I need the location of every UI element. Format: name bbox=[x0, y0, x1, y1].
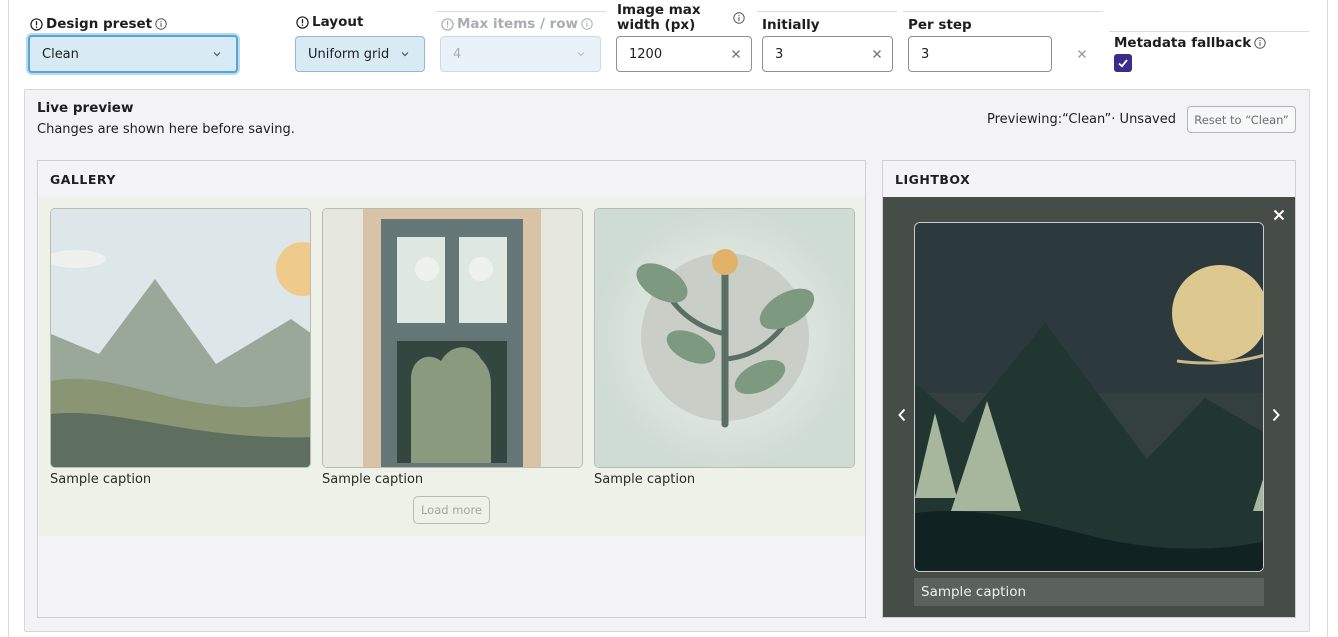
live-preview-title: Live preview bbox=[37, 100, 134, 116]
mountain-landscape-image bbox=[51, 209, 310, 467]
lightbox-caption: Sample caption bbox=[914, 578, 1264, 606]
doorway-image bbox=[323, 209, 582, 467]
image-max-width-label: Image max width (px) bbox=[617, 3, 701, 33]
clear-icon[interactable] bbox=[1077, 49, 1087, 59]
plant-sprig-image bbox=[595, 209, 854, 467]
reset-preset-button[interactable]: Reset to “Clean” bbox=[1187, 106, 1296, 133]
initially-label-text: Initially bbox=[762, 17, 820, 33]
metadata-fallback-label-text: Metadata fallback bbox=[1114, 35, 1252, 51]
lightbox-title: LIGHTBOX bbox=[895, 172, 971, 187]
lightbox-preview: LIGHTBOX Sample caption bbox=[882, 160, 1296, 618]
chevron-down-icon bbox=[577, 52, 585, 57]
layout-value: Uniform grid bbox=[308, 46, 390, 62]
chevron-right-icon[interactable] bbox=[1271, 408, 1281, 422]
initially-input[interactable]: 3 bbox=[762, 36, 893, 72]
clear-icon[interactable] bbox=[731, 49, 741, 59]
gallery-item-image[interactable] bbox=[50, 208, 311, 468]
design-preset-value: Clean bbox=[42, 46, 79, 62]
live-preview-panel: Live preview Changes are shown here befo… bbox=[24, 89, 1310, 632]
check-icon bbox=[1118, 59, 1128, 68]
chevron-down-icon bbox=[213, 52, 221, 57]
design-preset-label: Design preset bbox=[30, 16, 167, 32]
gallery-item-caption: Sample caption bbox=[322, 472, 424, 487]
metadata-fallback-checkbox[interactable] bbox=[1114, 54, 1132, 72]
metadata-fallback-label: Metadata fallback bbox=[1114, 35, 1266, 51]
night-mountains-image bbox=[915, 223, 1263, 571]
preview-status: Previewing:“Clean”· Unsaved bbox=[987, 112, 1176, 127]
gallery-item-caption: Sample caption bbox=[50, 472, 152, 487]
image-max-width-label-line1: Image max bbox=[617, 2, 701, 18]
per-step-value: 3 bbox=[921, 46, 930, 62]
gallery-item-caption: Sample caption bbox=[594, 472, 696, 487]
image-max-width-value: 1200 bbox=[629, 46, 663, 62]
info-icon[interactable] bbox=[1254, 37, 1266, 49]
per-step-input[interactable]: 3 bbox=[908, 36, 1052, 72]
lightbox-overlay: Sample caption bbox=[883, 197, 1295, 617]
initially-label: Initially bbox=[762, 17, 820, 33]
layout-label-text: Layout bbox=[312, 14, 364, 30]
chevron-left-icon[interactable] bbox=[897, 408, 907, 422]
info-icon[interactable] bbox=[733, 12, 745, 24]
gallery-preview: GALLERY Sample caption Sample caption Sa… bbox=[37, 160, 866, 618]
lightbox-image bbox=[914, 222, 1264, 572]
gallery-item-image[interactable] bbox=[594, 208, 855, 468]
chevron-down-icon bbox=[401, 52, 409, 57]
per-step-label-text: Per step bbox=[908, 17, 972, 33]
field-divider bbox=[757, 11, 897, 12]
live-preview-subtitle: Changes are shown here before saving. bbox=[37, 122, 295, 137]
per-step-label: Per step bbox=[908, 17, 972, 33]
field-divider bbox=[436, 11, 606, 12]
design-preset-label-text: Design preset bbox=[46, 16, 153, 32]
info-icon[interactable] bbox=[155, 18, 167, 30]
clear-icon[interactable] bbox=[872, 49, 882, 59]
frame-border-right bbox=[1327, 0, 1328, 637]
field-divider bbox=[903, 11, 1103, 12]
info-icon bbox=[581, 18, 593, 30]
initially-value: 3 bbox=[775, 46, 784, 62]
warning-icon bbox=[30, 17, 43, 31]
gallery-grid: Sample caption Sample caption Sample cap… bbox=[39, 197, 865, 536]
layout-label: Layout bbox=[296, 14, 363, 30]
field-divider bbox=[1109, 31, 1309, 32]
frame-border-left bbox=[8, 0, 9, 637]
layout-select[interactable]: Uniform grid bbox=[295, 36, 425, 72]
image-max-width-label-line2: width (px) bbox=[617, 17, 696, 33]
max-items-label-text: Max items / row bbox=[457, 16, 579, 32]
max-items-label: Max items / row bbox=[441, 16, 593, 32]
design-preset-select[interactable]: Clean bbox=[28, 35, 238, 73]
max-items-value: 4 bbox=[453, 46, 462, 62]
warning-icon bbox=[296, 15, 309, 29]
max-items-select: 4 bbox=[440, 36, 601, 72]
warning-icon bbox=[441, 17, 454, 31]
image-max-width-input[interactable]: 1200 bbox=[616, 36, 752, 72]
close-icon[interactable] bbox=[1273, 209, 1285, 221]
gallery-item-image[interactable] bbox=[322, 208, 583, 468]
gallery-title: GALLERY bbox=[50, 172, 116, 187]
load-more-button[interactable]: Load more bbox=[413, 496, 490, 524]
